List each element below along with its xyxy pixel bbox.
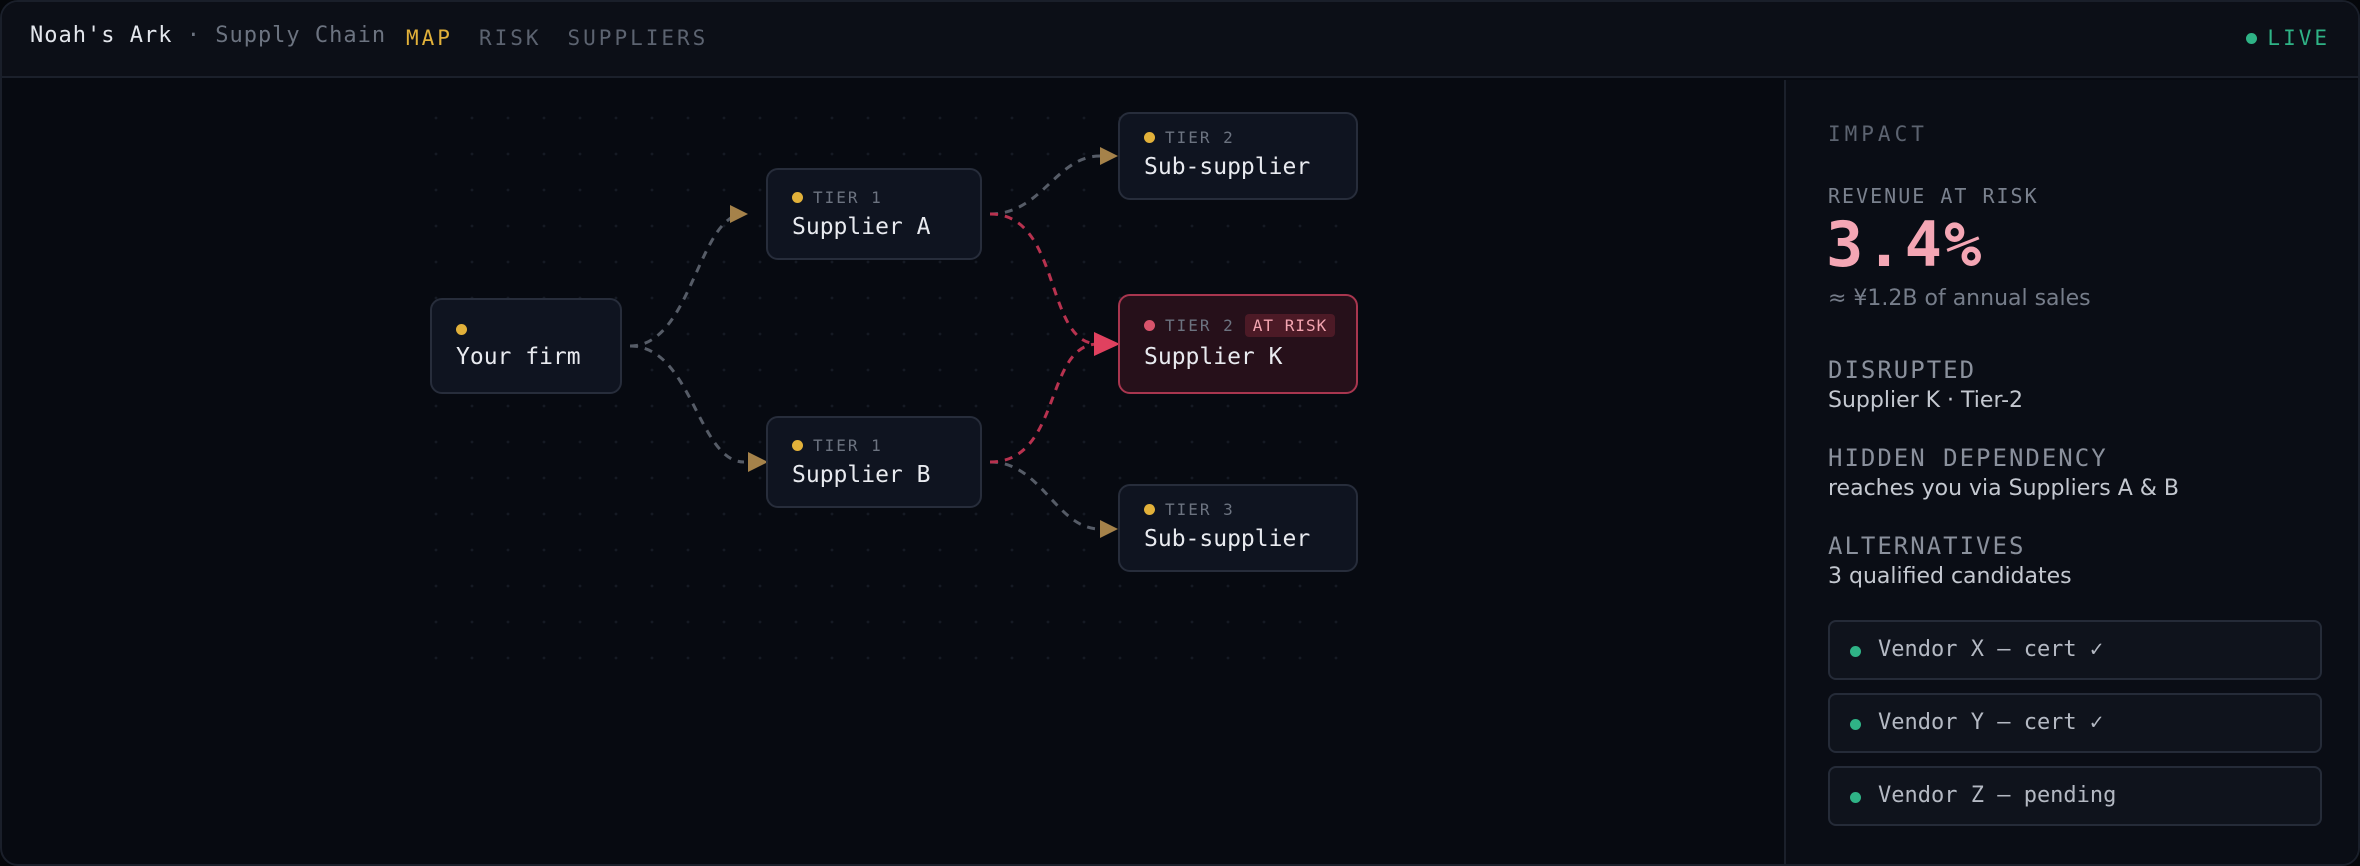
tier-label: TIER 1: [813, 188, 883, 207]
tab-risk[interactable]: RISK: [479, 26, 542, 50]
brand-subtitle: Supply Chain: [215, 23, 387, 48]
node-name: Sub-supplier: [1144, 526, 1311, 552]
vendor-label: Vendor Y — cert ✓: [1878, 710, 2104, 735]
node-name: Your firm: [456, 344, 581, 370]
vendor-x-card[interactable]: Vendor X — cert ✓: [1828, 620, 2322, 680]
hidden-dependency-value: reaches you via Suppliers A & B: [1828, 476, 2180, 501]
brand: Noah's Ark · Supply Chain: [30, 23, 386, 48]
node-name: Supplier B: [792, 462, 931, 488]
status-dot-icon: [792, 440, 803, 451]
vendor-label: Vendor X — cert ✓: [1878, 637, 2104, 662]
impact-panel: IMPACT REVENUE AT RISK 3.4% ≈ ¥1.2B of a…: [1784, 80, 2358, 864]
node-supplier-k[interactable]: TIER 2 AT RISK Supplier K: [1118, 294, 1358, 394]
risk-dot-icon: [1144, 320, 1155, 331]
status-dot-icon: [1850, 719, 1861, 730]
vendor-y-card[interactable]: Vendor Y — cert ✓: [1828, 693, 2322, 753]
tier-label: TIER 1: [813, 436, 883, 455]
node-supplier-a[interactable]: TIER 1 Supplier A: [766, 168, 982, 260]
status-dot-icon: [456, 324, 467, 335]
brand-separator: ·: [186, 23, 201, 48]
top-bar: Noah's Ark · Supply Chain MAP RISK SUPPL…: [2, 2, 2358, 78]
live-dot-icon: [2246, 32, 2258, 44]
status-dot-icon: [1144, 132, 1155, 143]
node-name: Supplier K: [1144, 344, 1283, 370]
status-dot-icon: [1850, 646, 1861, 657]
vendor-label: Vendor Z — pending: [1878, 783, 2117, 808]
revenue-at-risk-label: REVENUE AT RISK: [1828, 184, 2039, 208]
tier-label: TIER 2: [1165, 316, 1235, 335]
live-label: LIVE: [2267, 26, 2330, 50]
status-dot-icon: [792, 192, 803, 203]
disrupted-label: DISRUPTED: [1828, 356, 1977, 384]
node-supplier-b[interactable]: TIER 1 Supplier B: [766, 416, 982, 508]
vendor-z-card[interactable]: Vendor Z — pending: [1828, 766, 2322, 826]
brand-name: Noah's Ark: [30, 23, 173, 48]
alternatives-label: ALTERNATIVES: [1828, 532, 2026, 560]
node-sub-supplier-tier3[interactable]: TIER 3 Sub-supplier: [1118, 484, 1358, 572]
revenue-at-risk-note: ≈ ¥1.2B of annual sales: [1828, 286, 2091, 311]
node-your-firm[interactable]: Your firm: [430, 298, 622, 394]
live-status: LIVE: [2246, 26, 2330, 50]
tier-label: TIER 3: [1165, 500, 1235, 519]
main-nav: MAP RISK SUPPLIERS: [406, 26, 708, 50]
app-window: Noah's Ark · Supply Chain MAP RISK SUPPL…: [0, 0, 2360, 866]
alternatives-value: 3 qualified candidates: [1828, 564, 2072, 589]
disrupted-value: Supplier K · Tier-2: [1828, 388, 2024, 413]
impact-section-title: IMPACT: [1828, 122, 1928, 146]
revenue-at-risk-value: 3.4%: [1826, 208, 1984, 281]
tier-label: TIER 2: [1165, 128, 1235, 147]
hidden-dependency-label: HIDDEN DEPENDENCY: [1828, 444, 2108, 472]
status-dot-icon: [1850, 792, 1861, 803]
node-name: Supplier A: [792, 214, 931, 240]
node-sub-supplier-tier2[interactable]: TIER 2 Sub-supplier: [1118, 112, 1358, 200]
status-dot-icon: [1144, 504, 1155, 515]
tab-map[interactable]: MAP: [406, 26, 453, 50]
supply-chain-map[interactable]: Your firm TIER 1 Supplier A TIER 1 Suppl…: [2, 80, 1784, 864]
at-risk-badge: AT RISK: [1244, 314, 1336, 337]
node-name: Sub-supplier: [1144, 154, 1311, 180]
tab-suppliers[interactable]: SUPPLIERS: [568, 26, 709, 50]
